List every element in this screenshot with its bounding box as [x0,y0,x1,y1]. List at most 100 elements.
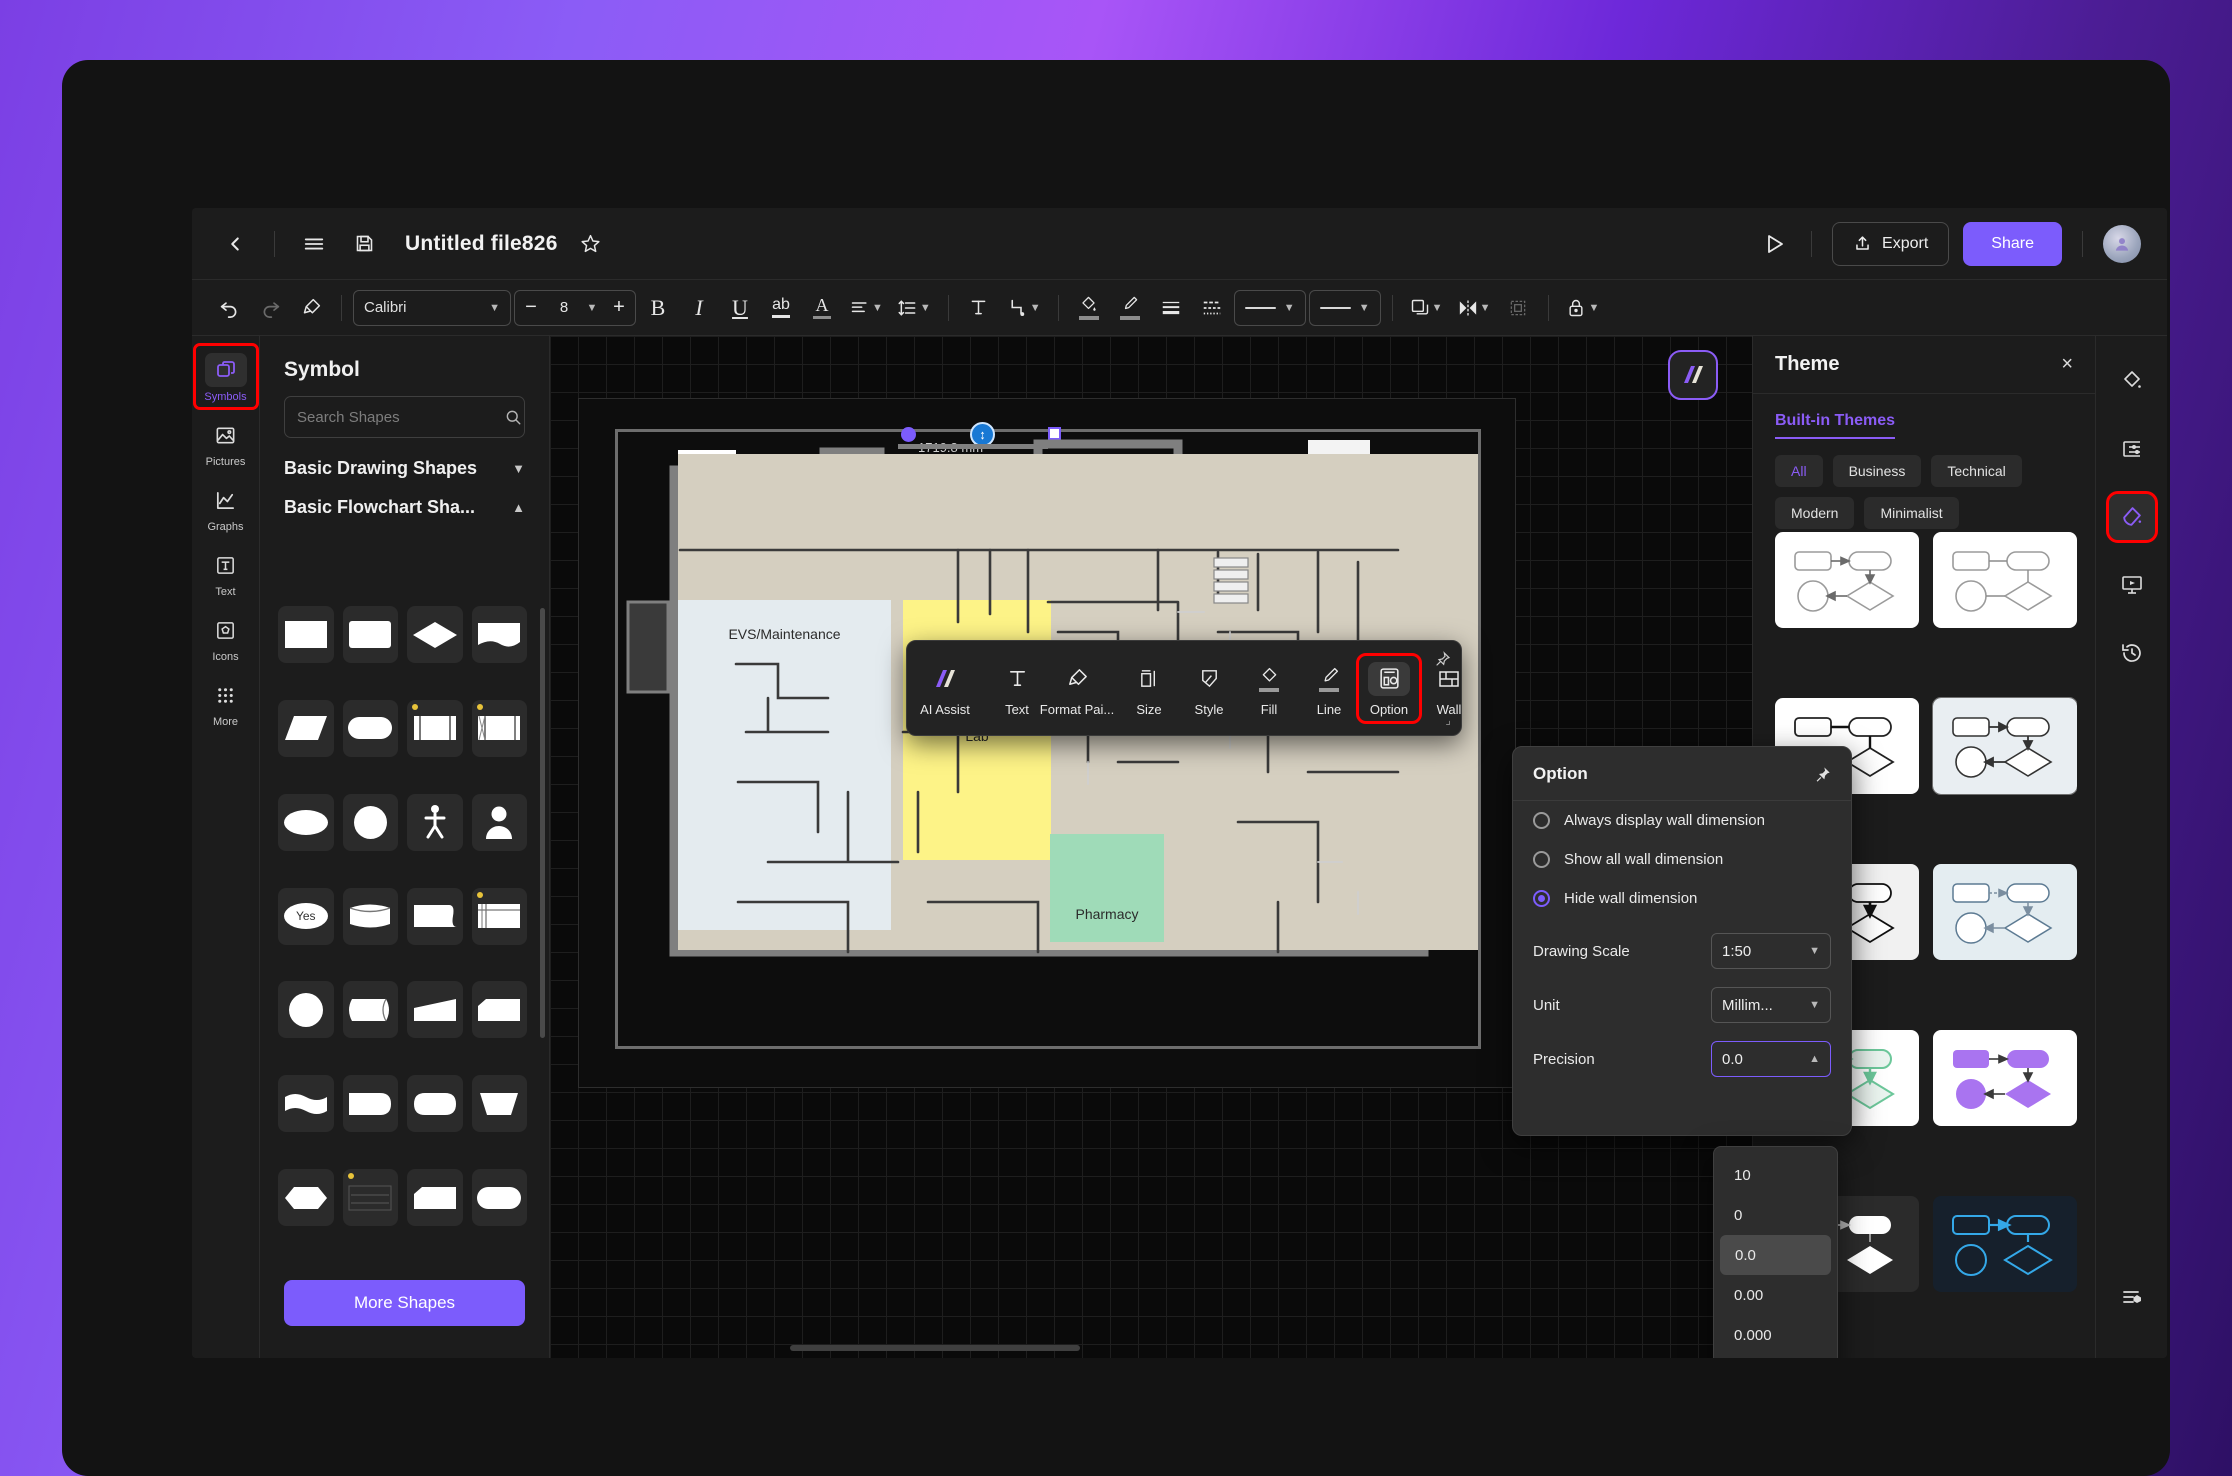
bold-button[interactable]: B [639,289,677,327]
context-line[interactable]: Line [1299,656,1359,721]
chip-technical[interactable]: Technical [1931,455,2022,487]
context-ai-assist[interactable]: AI Assist [915,656,975,721]
search-shapes-field[interactable] [284,396,525,438]
more-shapes-button[interactable]: More Shapes [284,1280,525,1326]
right-rail-presentation[interactable] [2109,562,2155,608]
font-size-chevron-down-icon[interactable]: ▼ [581,291,603,325]
save-icon[interactable] [347,227,381,261]
font-color-button[interactable]: A [803,289,841,327]
shape-cell-ellipse[interactable] [278,793,334,851]
floor-plan-outline[interactable]: ↕ 1719.8 mm EVS/Maintenance Lab Pharmacy [615,422,1481,1049]
group-icon[interactable] [1499,289,1537,327]
precision-option-0-000[interactable]: 0.000 [1720,1315,1831,1355]
text-box-icon[interactable] [960,289,998,327]
arrange-layers-icon[interactable]: ▼ [1404,289,1449,327]
precision-select[interactable]: 0.0 ▲ [1711,1041,1831,1077]
shape-cell-predefined-process[interactable] [407,699,463,757]
theme-card-10[interactable] [1933,1196,2077,1292]
theme-card-6[interactable] [1933,864,2077,960]
line-weight-icon[interactable] [1152,289,1190,327]
shape-cell-stadium[interactable] [471,1169,527,1227]
theme-card-2[interactable] [1933,532,2077,628]
strikethrough-button[interactable]: ab [762,289,800,327]
theme-card-8[interactable] [1933,1030,2077,1126]
format-painter-icon[interactable] [292,289,330,327]
shape-cell-actor-stick[interactable] [407,793,463,851]
chip-all[interactable]: All [1775,455,1823,487]
chip-minimalist[interactable]: Minimalist [1864,497,1959,529]
undo-icon[interactable] [210,289,248,327]
fill-bucket-icon[interactable] [1070,289,1108,327]
right-rail-history[interactable] [2109,630,2155,676]
section-basic-drawing-shapes[interactable]: Basic Drawing Shapes ▼ [260,438,549,489]
right-rail-theme[interactable] [2105,491,2158,543]
pin-icon[interactable] [1435,651,1451,667]
shape-cell-pill[interactable] [342,699,398,757]
precision-option-0-00[interactable]: 0.00 [1720,1275,1831,1315]
canvas-horizontal-scrollbar[interactable] [790,1345,1080,1351]
line-style-select-1[interactable]: ▼ [1233,289,1306,326]
menu-button[interactable] [297,227,331,261]
sidebar-item-text[interactable]: Text [196,541,256,602]
search-input[interactable] [297,408,496,426]
ai-assist-fab[interactable] [1668,350,1718,400]
drawing-scale-select[interactable]: 1:50 ▼ [1711,933,1831,969]
lock-icon[interactable]: ▼ [1560,289,1605,327]
shape-cell-rounded-rectangle[interactable] [342,606,398,663]
shape-cell-cylinder[interactable] [342,887,398,945]
radio-show-all-wall-dimension[interactable]: Show all wall dimension [1513,840,1851,879]
underline-button[interactable]: U [721,289,759,327]
context-size[interactable]: Size [1119,656,1179,721]
shape-cell-person[interactable] [471,793,527,851]
section-basic-flowchart-shapes[interactable]: Basic Flowchart Sha... ▲ [260,489,549,528]
sidebar-item-more[interactable]: More [196,671,256,732]
star-icon[interactable] [574,227,608,261]
context-option[interactable]: Option [1356,652,1422,724]
shape-cell-internal-storage[interactable] [471,699,527,757]
precision-option-0[interactable]: 0 [1720,1195,1831,1235]
shape-cell-yes-ellipse[interactable]: Yes [278,887,334,945]
share-button[interactable]: Share [1963,221,2062,266]
line-spacing-icon[interactable]: ▼ [892,289,937,327]
shape-grid-scrollbar[interactable] [540,608,545,1038]
line-style-select-2[interactable]: ▼ [1308,289,1381,326]
chip-modern[interactable]: Modern [1775,497,1855,529]
shape-cell-diamond[interactable] [407,606,463,663]
shape-cell-tilted-slab[interactable] [407,981,463,1039]
shape-cell-multi-wave[interactable] [278,1075,334,1133]
chip-business[interactable]: Business [1832,455,1922,487]
align-left-icon[interactable]: ▼ [844,289,889,327]
font-family-select[interactable]: Calibri ▼ [353,289,511,326]
font-size-value[interactable]: 8 [547,291,581,325]
font-size-decrease[interactable]: − [515,291,547,325]
flip-icon[interactable]: ▼ [1452,289,1497,327]
connector-icon[interactable]: ▼ [1001,289,1047,327]
shape-cell-delay[interactable] [407,1075,463,1133]
drawing-page[interactable]: ↕ 1719.8 mm EVS/Maintenance Lab Pharmacy [578,398,1516,1088]
shape-cell-table-grid[interactable] [471,887,527,945]
shape-cell-hexagon[interactable] [278,1169,334,1227]
precision-option-0-0[interactable]: 0.0 [1720,1235,1831,1275]
font-size-increase[interactable]: + [603,291,635,325]
radio-always-display-wall-dimension[interactable]: Always display wall dimension [1513,801,1851,840]
present-play-icon[interactable] [1757,227,1791,261]
line-dash-icon[interactable] [1193,289,1231,327]
shape-cell-document-curve[interactable] [407,887,463,945]
font-size-stepper[interactable]: − 8 ▼ + [514,289,636,326]
precision-option-10[interactable]: 10 [1720,1155,1831,1195]
shape-cell-list-card[interactable] [342,1169,398,1227]
unit-select[interactable]: Millim... ▼ [1711,987,1831,1023]
italic-button[interactable]: I [680,289,718,327]
right-rail-list-settings[interactable] [2109,1274,2155,1320]
theme-card-4[interactable] [1932,697,2077,795]
search-icon[interactable] [504,408,522,426]
context-text[interactable]: Text [987,656,1047,721]
close-icon[interactable]: × [2061,353,2073,376]
shape-cell-circle-2[interactable] [278,981,334,1039]
pin-icon[interactable] [1815,766,1831,782]
context-format-painter[interactable]: Format Pai... [1040,656,1114,721]
radio-hide-wall-dimension[interactable]: Hide wall dimension [1513,879,1851,918]
sidebar-item-pictures[interactable]: Pictures [196,411,256,472]
shape-cell-cut-corner[interactable] [471,981,527,1039]
avatar[interactable] [2103,224,2141,263]
